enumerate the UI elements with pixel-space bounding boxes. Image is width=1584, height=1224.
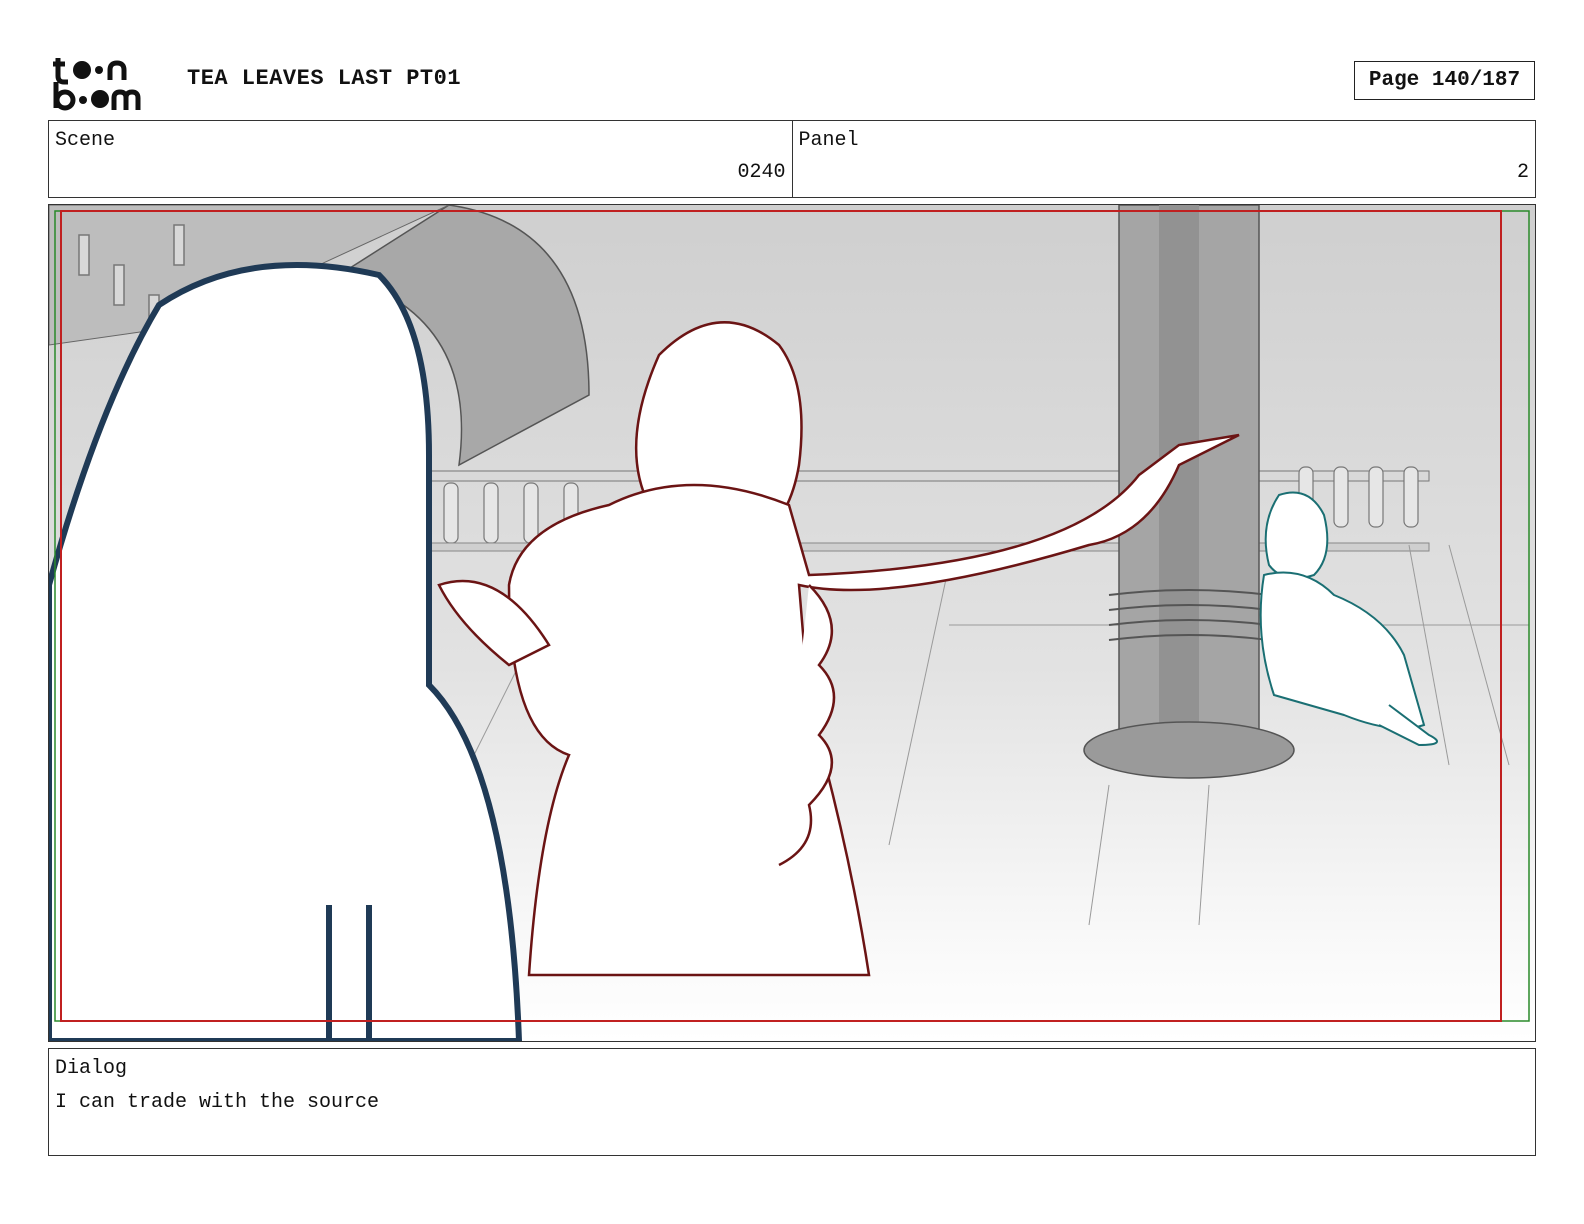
scene-cell: Scene 0240 [49,121,792,197]
project-title: TEA LEAVES LAST PT01 [187,66,462,91]
page-indicator: Page 140/187 [1354,61,1535,100]
dialog-label: Dialog [55,1057,128,1080]
dialog-text: I can trade with the source [55,1091,380,1114]
panel-number: 2 [1516,161,1529,184]
panel-cell: Panel 2 [791,121,1536,197]
railing-top [428,470,1430,482]
scene-panel-row: Scene 0240 Panel 2 [48,120,1536,198]
storyboard-panel [48,204,1536,1042]
scene-label: Scene [55,129,116,152]
mast-base [1083,721,1295,779]
toon-boom-logo [53,58,141,111]
storyboard-sketch [49,205,1535,1041]
dialog-box: Dialog I can trade with the source [48,1048,1536,1156]
panel-label: Panel [798,129,859,152]
scene-number: 0240 [737,161,786,184]
